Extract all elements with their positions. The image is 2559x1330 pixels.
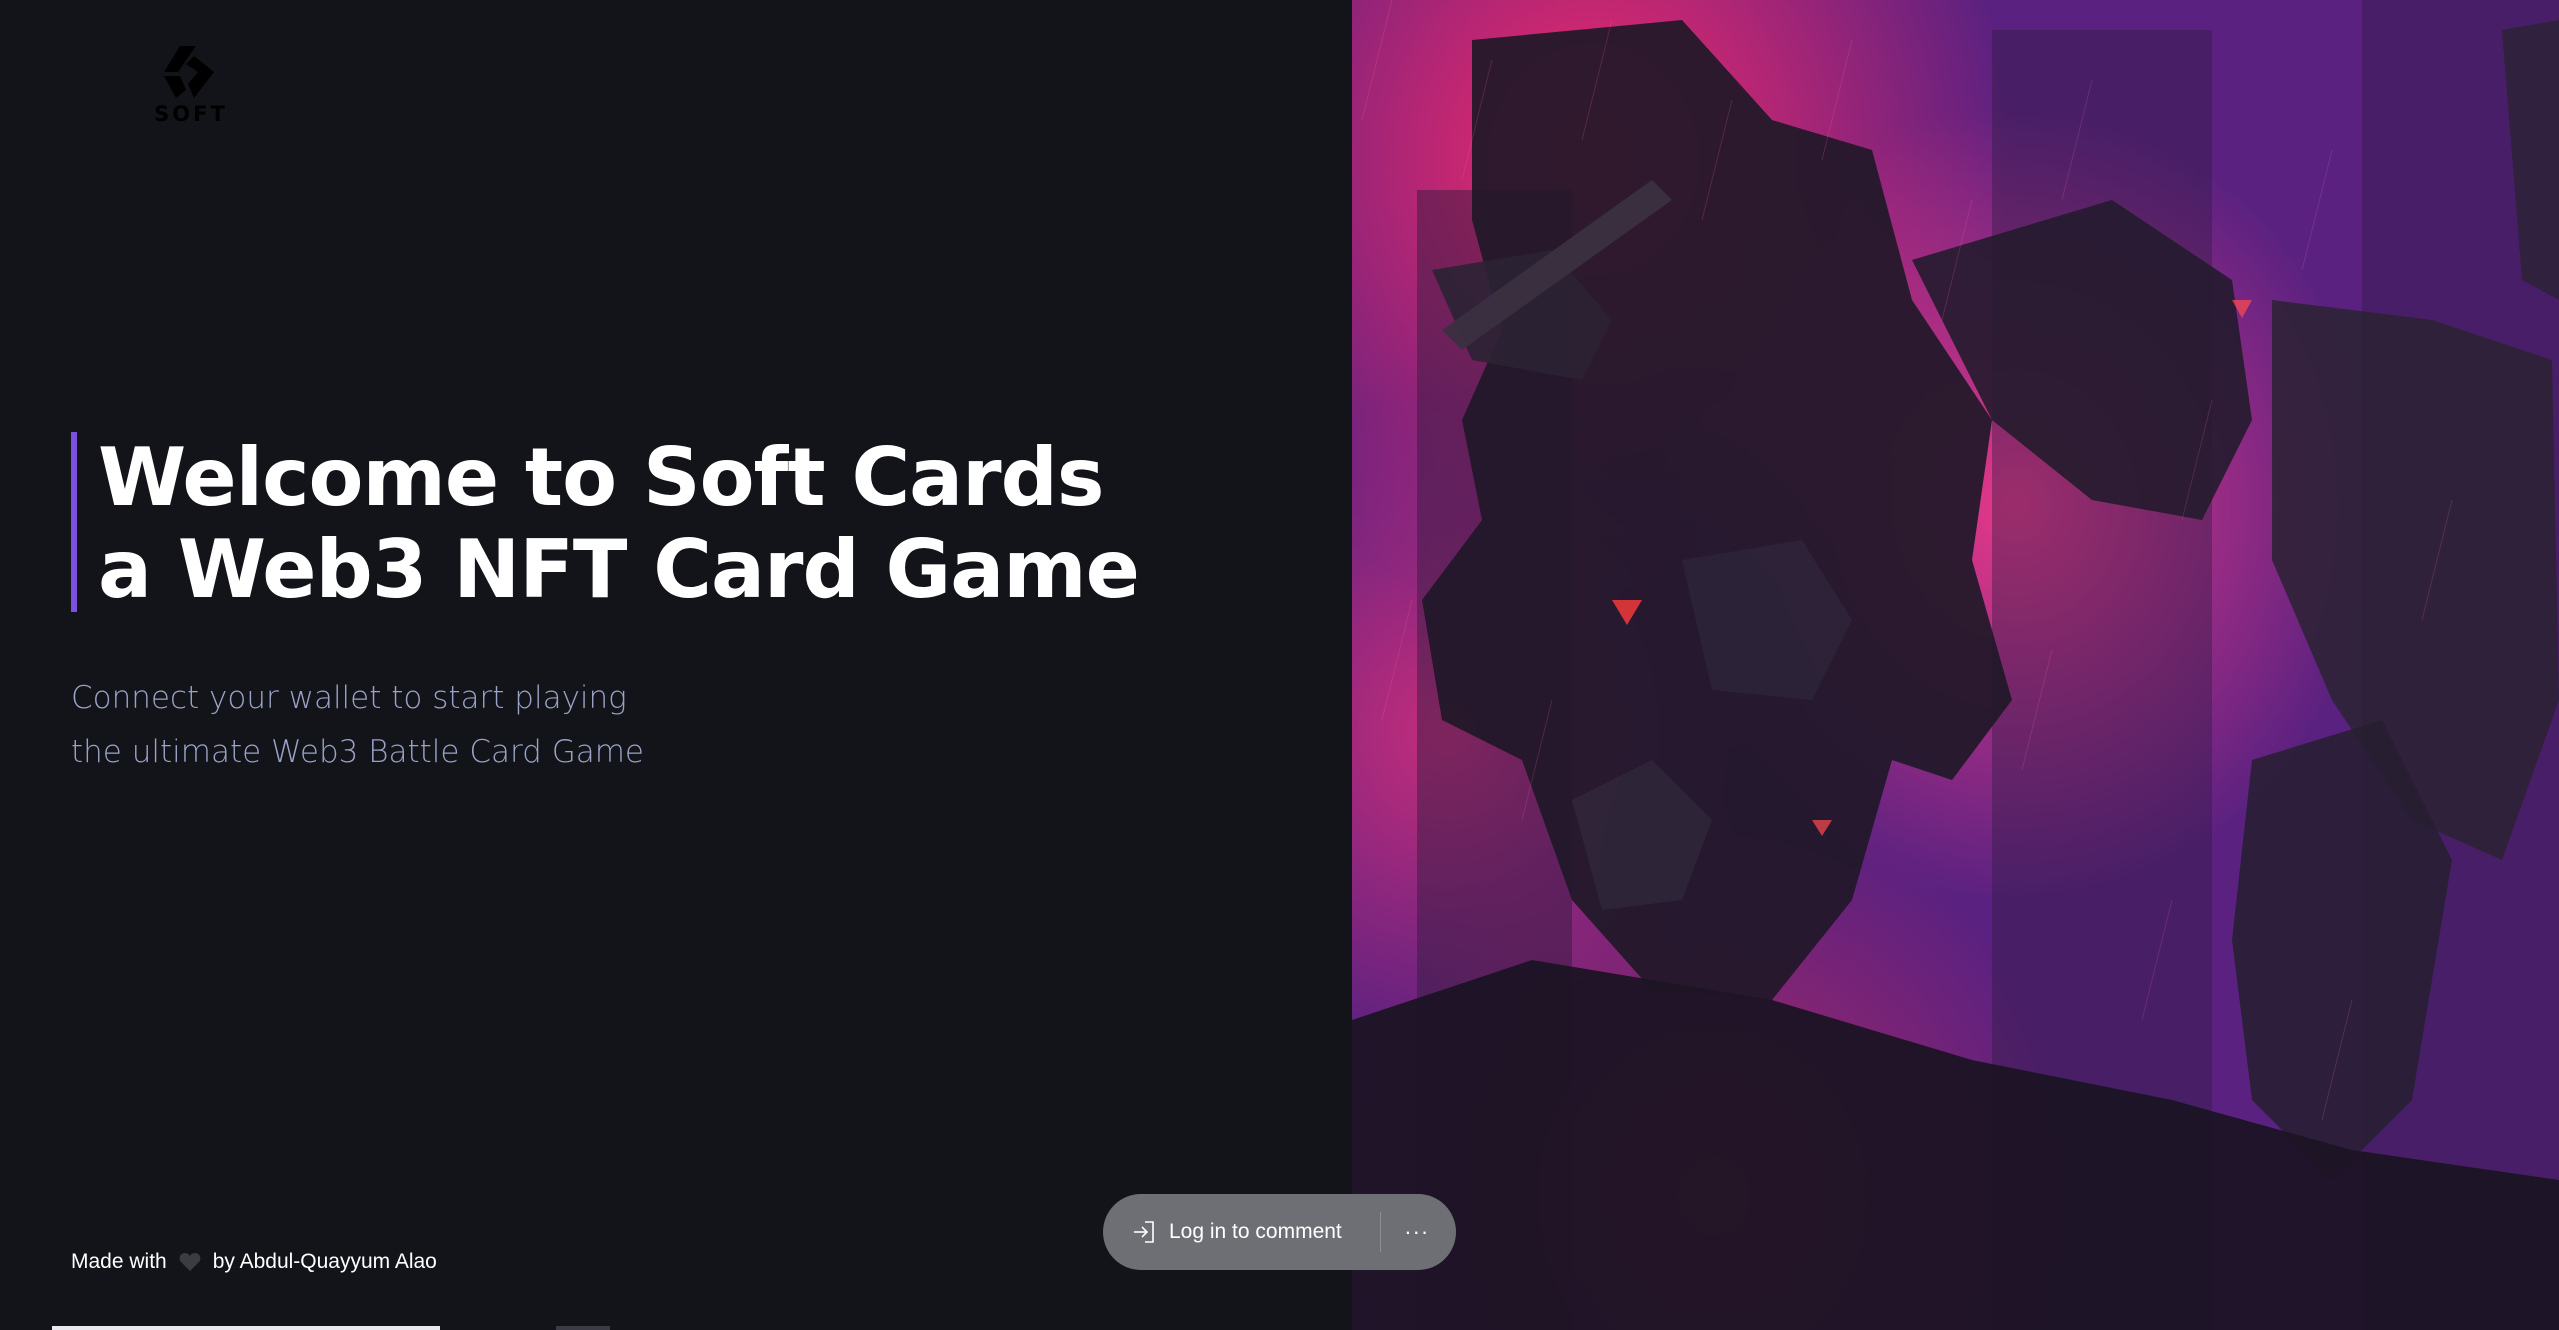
made-with-text: Made with [71, 1250, 167, 1273]
subtitle-line-2: the ultimate Web3 Battle Card Game [71, 734, 645, 770]
subtitle: Connect your wallet to start playing the… [71, 671, 644, 779]
page: SOFT Welcome to Soft Cards a Web3 NFT Ca… [0, 0, 2559, 1330]
comment-widget: Log in to comment ··· [1103, 1194, 1456, 1270]
logo-text: SOFT [154, 102, 228, 126]
hero-artwork [1352, 0, 2559, 1330]
mech-artwork-image [1352, 0, 2559, 1330]
subtitle-line-1: Connect your wallet to start playing [71, 680, 627, 716]
scroll-indicator-secondary [556, 1326, 610, 1330]
headline-line-2: a Web3 NFT Card Game [98, 523, 1140, 616]
more-options-icon: ··· [1404, 1219, 1430, 1244]
more-options-button[interactable]: ··· [1381, 1194, 1453, 1270]
author-text[interactable]: by Abdul-Quayyum Alao [213, 1250, 437, 1274]
scroll-indicator [52, 1326, 440, 1330]
headline-line-1: Welcome to Soft Cards [98, 431, 1104, 524]
soft-logo-mark [164, 46, 214, 98]
footer-credit: Made with by Abdul-Quayyum Alao [71, 1250, 437, 1274]
sign-in-icon [1134, 1221, 1154, 1243]
headline-block: Welcome to Soft Cards a Web3 NFT Card Ga… [71, 432, 1140, 616]
login-to-comment-label: Log in to comment [1169, 1220, 1342, 1243]
login-to-comment-button[interactable]: Log in to comment [1131, 1194, 1342, 1270]
left-panel: SOFT Welcome to Soft Cards a Web3 NFT Ca… [0, 0, 1352, 1330]
soft-logo[interactable]: SOFT [150, 42, 232, 130]
page-title: Welcome to Soft Cards a Web3 NFT Card Ga… [98, 431, 1140, 616]
heart-icon [179, 1253, 201, 1271]
